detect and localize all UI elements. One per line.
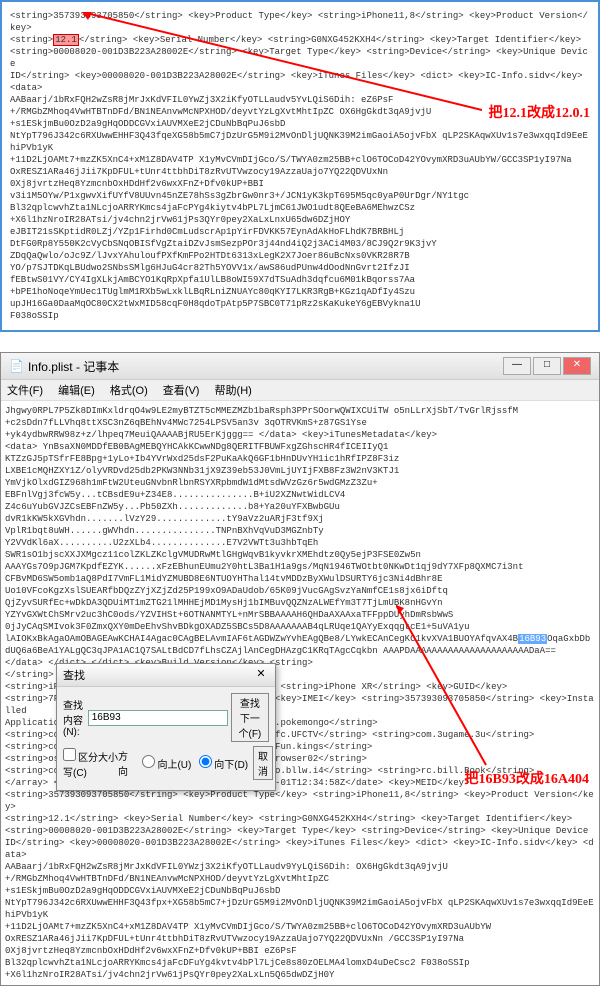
text-line: <string>00008020-001D3B223A28002E</strin… (10, 47, 588, 69)
annotation-1: 把12.1改成12.0.1 (489, 102, 591, 122)
text-line: +bPE1hoNoqeYmUec1TUglmM1RXb5wLxklLBqRLni… (10, 287, 415, 297)
case-checkbox-label[interactable]: 区分大小写(C) (63, 748, 118, 779)
text-line: 0Xj8jvrtzHeq8YzmcnbOxHDdHf2v6wxXFnZ+Dfv0… (10, 179, 264, 189)
case-checkbox[interactable] (63, 748, 76, 761)
text-line: eJBIT21sSKptidR0LZj/YZp1Firhd0CmLudscrAp… (10, 227, 404, 237)
text-line: upJH16Ga0DaaMqOC80CX2tWxMID58cqF0H8qdoTp… (10, 299, 420, 309)
text-line: v3i1M5OYw/P1xgwvXifUYfV8UUvn45nZE78hSs3g… (10, 191, 469, 201)
text-line: </string> <key>Serial Number</key> <stri… (79, 35, 581, 45)
dir-up-radio[interactable] (142, 755, 155, 768)
find-input[interactable] (88, 710, 228, 726)
highlight-12-1: 12.1 (53, 34, 79, 46)
minimize-button[interactable]: — (503, 357, 531, 375)
text-line: ID</string> <key>00008020-001D3B223A2800… (10, 71, 583, 93)
menu-file[interactable]: 文件(F) (7, 385, 43, 397)
top-content: <string>357393093705850</string> <key>Pr… (6, 6, 594, 326)
dir-down-label[interactable]: 向下(D) (199, 755, 250, 771)
direction-label: 方向 (118, 748, 136, 778)
text-line: +s1ESkjmBu0OzD2a9gHqODDCGVxiAUVMXeE2jCDu… (10, 119, 285, 129)
find-titlebar: 查找 ✕ (57, 664, 275, 687)
highlight-16b93: 16B93 (518, 634, 547, 644)
text-line: Bl32qplcwvhZta1NLcjoARRYKmcs4jaFcPYg4kiy… (10, 203, 415, 213)
text-line: OxRESZ1ARa46jJii7KpDFUL+tUnr4ttbhDiT8zRv… (10, 167, 388, 177)
text-line: fEBtwS01VY/CY4IgXLkjAmBCYO1KqRpXpfa1UlLB… (10, 275, 415, 285)
top-panel: <string>357393093705850</string> <key>Pr… (0, 0, 600, 332)
dir-up-label[interactable]: 向上(U) (142, 755, 193, 771)
text-line: NtYpT796J342c6RXUwwEHHF3Q43fqeXG58b5mC7j… (10, 131, 588, 153)
menu-edit[interactable]: 编辑(E) (58, 385, 95, 397)
titlebar: 📄 Info.plist - 记事本 — □ ✕ (1, 353, 599, 380)
close-button[interactable]: ✕ (563, 357, 591, 375)
text-line: ZDqQaQwlo/oJc9Z/lJvxYAhuloufPXfKmFPo2HTD… (10, 251, 410, 261)
text-line: <string> (10, 35, 53, 45)
file-icon: 📄 (9, 359, 24, 373)
text-line: +/RMGbZMhoq4VwHTBTnDFd/BN1NEAnvwMcNPXHOD… (10, 107, 431, 117)
find-next-button[interactable]: 查找下一个(F) (231, 693, 269, 742)
direction-group: 方向 向上(U) 向下(D) (118, 748, 250, 778)
text-line: YO/p7SJTDKqLBUdwo2SNbsSMlg6HJuG4cr82Th5Y… (10, 263, 410, 273)
text-line: F038oSSIp (10, 311, 59, 321)
text-line: <string>357393093705850</string> <key>Pr… (10, 11, 588, 33)
dir-down-radio[interactable] (199, 755, 212, 768)
find-close-button[interactable]: ✕ (253, 667, 269, 683)
menu-help[interactable]: 帮助(H) (215, 385, 252, 397)
menu-view[interactable]: 查看(V) (163, 385, 200, 397)
text-line: AABaarj/1bRxFQH2wZsR8jMrJxKdVFIL0YwZj3X2… (10, 95, 393, 105)
cancel-button[interactable]: 取消 (253, 746, 273, 780)
annotation-2: 把16B93改成16A404 (465, 768, 589, 788)
find-label: 查找内容(N): (63, 697, 88, 738)
notepad-window: 📄 Info.plist - 记事本 — □ ✕ 文件(F) 编辑(E) 格式(… (0, 352, 600, 986)
find-dialog: 查找 ✕ 查找内容(N): 查找下一个(F) 区分大小写(C) 方向 向上(U)… (56, 663, 276, 791)
text-line: +11D2LjOAMt7+mzZK5XnC4+xM1Z8DAV4TP X1yMv… (10, 155, 572, 165)
menubar: 文件(F) 编辑(E) 格式(O) 查看(V) 帮助(H) (1, 380, 599, 401)
window-title: Info.plist - 记事本 (28, 358, 119, 375)
find-title-text: 查找 (63, 667, 85, 683)
menu-format[interactable]: 格式(O) (110, 385, 148, 397)
text-line: +X6l1hzNroIR28ATsi/jv4chn2jrVw61jPs3QYr0… (10, 215, 350, 225)
maximize-button[interactable]: □ (533, 357, 561, 375)
text-line: DtFG0Rp8Y550K2cVyCbSNqOBISfVgZtaiDZvJsmS… (10, 239, 437, 249)
